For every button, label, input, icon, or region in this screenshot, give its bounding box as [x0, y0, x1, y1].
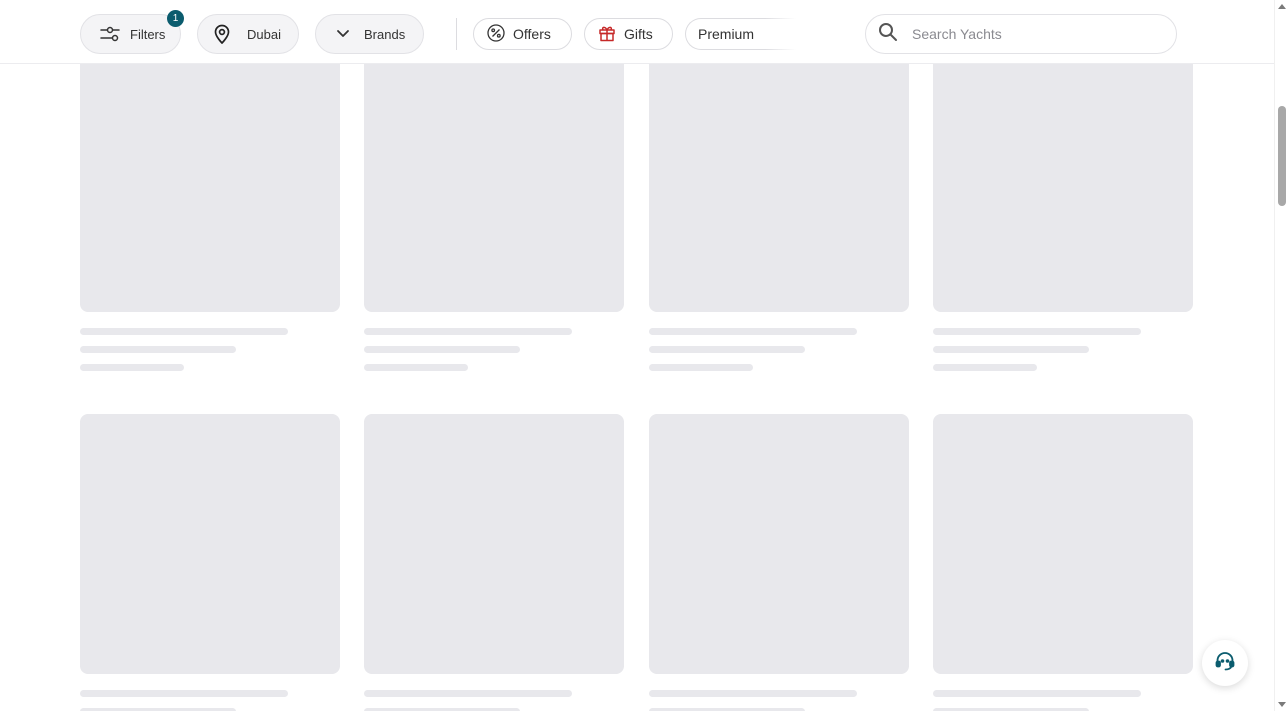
skeleton-image [80, 40, 340, 312]
gift-icon [598, 24, 616, 45]
skeleton-line [649, 328, 857, 335]
premium-label: Premium [698, 26, 755, 42]
map-pin-icon [213, 24, 231, 44]
filters-button[interactable]: Filters 1 [80, 10, 184, 54]
filters-count-badge: 1 [167, 10, 184, 27]
skeleton-image [364, 414, 624, 674]
skeleton-line [933, 346, 1089, 353]
search-icon [878, 22, 898, 47]
skeleton-card [649, 40, 909, 371]
gifts-label: Gifts [624, 26, 653, 42]
skeleton-line [933, 364, 1037, 371]
skeleton-image [649, 40, 909, 312]
percent-icon [487, 23, 505, 45]
page: Filters 1 Dubai Brands Offers Gifts Prem… [0, 0, 1288, 711]
skeleton-line [933, 328, 1141, 335]
scroll-up-arrow-icon[interactable] [1278, 4, 1286, 9]
skeleton-line [80, 328, 288, 335]
chip-scroll-fade [765, 14, 809, 54]
support-chat-button[interactable] [1202, 640, 1248, 686]
skeleton-image [364, 40, 624, 312]
filters-label: Filters [130, 26, 166, 42]
skeleton-image [80, 414, 340, 674]
skeleton-line [80, 690, 288, 697]
location-label: Dubai [247, 26, 281, 42]
location-selector[interactable]: Dubai [197, 14, 299, 54]
skeleton-card [364, 40, 624, 371]
skeleton-card [80, 414, 340, 711]
skeleton-card [649, 414, 909, 711]
skeleton-card [933, 40, 1193, 371]
skeleton-card [364, 414, 624, 711]
gifts-filter[interactable]: Gifts [584, 18, 673, 50]
skeleton-line [649, 690, 857, 697]
chevron-down-icon [336, 29, 350, 39]
brands-label: Brands [364, 26, 406, 42]
toolbar-divider [456, 18, 457, 50]
sliders-icon [100, 26, 120, 42]
offers-filter[interactable]: Offers [473, 18, 572, 50]
skeleton-image [933, 414, 1193, 674]
skeleton-line [364, 346, 520, 353]
filter-bar: Filters 1 Dubai Brands Offers Gifts Prem… [0, 0, 1274, 64]
scrollbar-thumb[interactable] [1278, 106, 1286, 206]
skeleton-card [933, 414, 1193, 711]
skeleton-line [649, 364, 753, 371]
skeleton-image [649, 414, 909, 674]
search-input[interactable] [912, 26, 1162, 42]
skeleton-line [649, 346, 805, 353]
skeleton-line [80, 364, 184, 371]
offers-label: Offers [513, 26, 551, 42]
scroll-down-arrow-icon[interactable] [1278, 702, 1286, 707]
skeleton-line [364, 328, 572, 335]
search-box[interactable] [865, 14, 1177, 54]
headset-icon [1214, 650, 1236, 677]
skeleton-image [933, 40, 1193, 312]
brands-dropdown[interactable]: Brands [315, 14, 424, 54]
skeleton-line [80, 346, 236, 353]
skeleton-card [80, 40, 340, 371]
page-scrollbar[interactable] [1274, 0, 1288, 711]
skeleton-line [364, 690, 572, 697]
skeleton-line [364, 364, 468, 371]
skeleton-line [933, 690, 1141, 697]
